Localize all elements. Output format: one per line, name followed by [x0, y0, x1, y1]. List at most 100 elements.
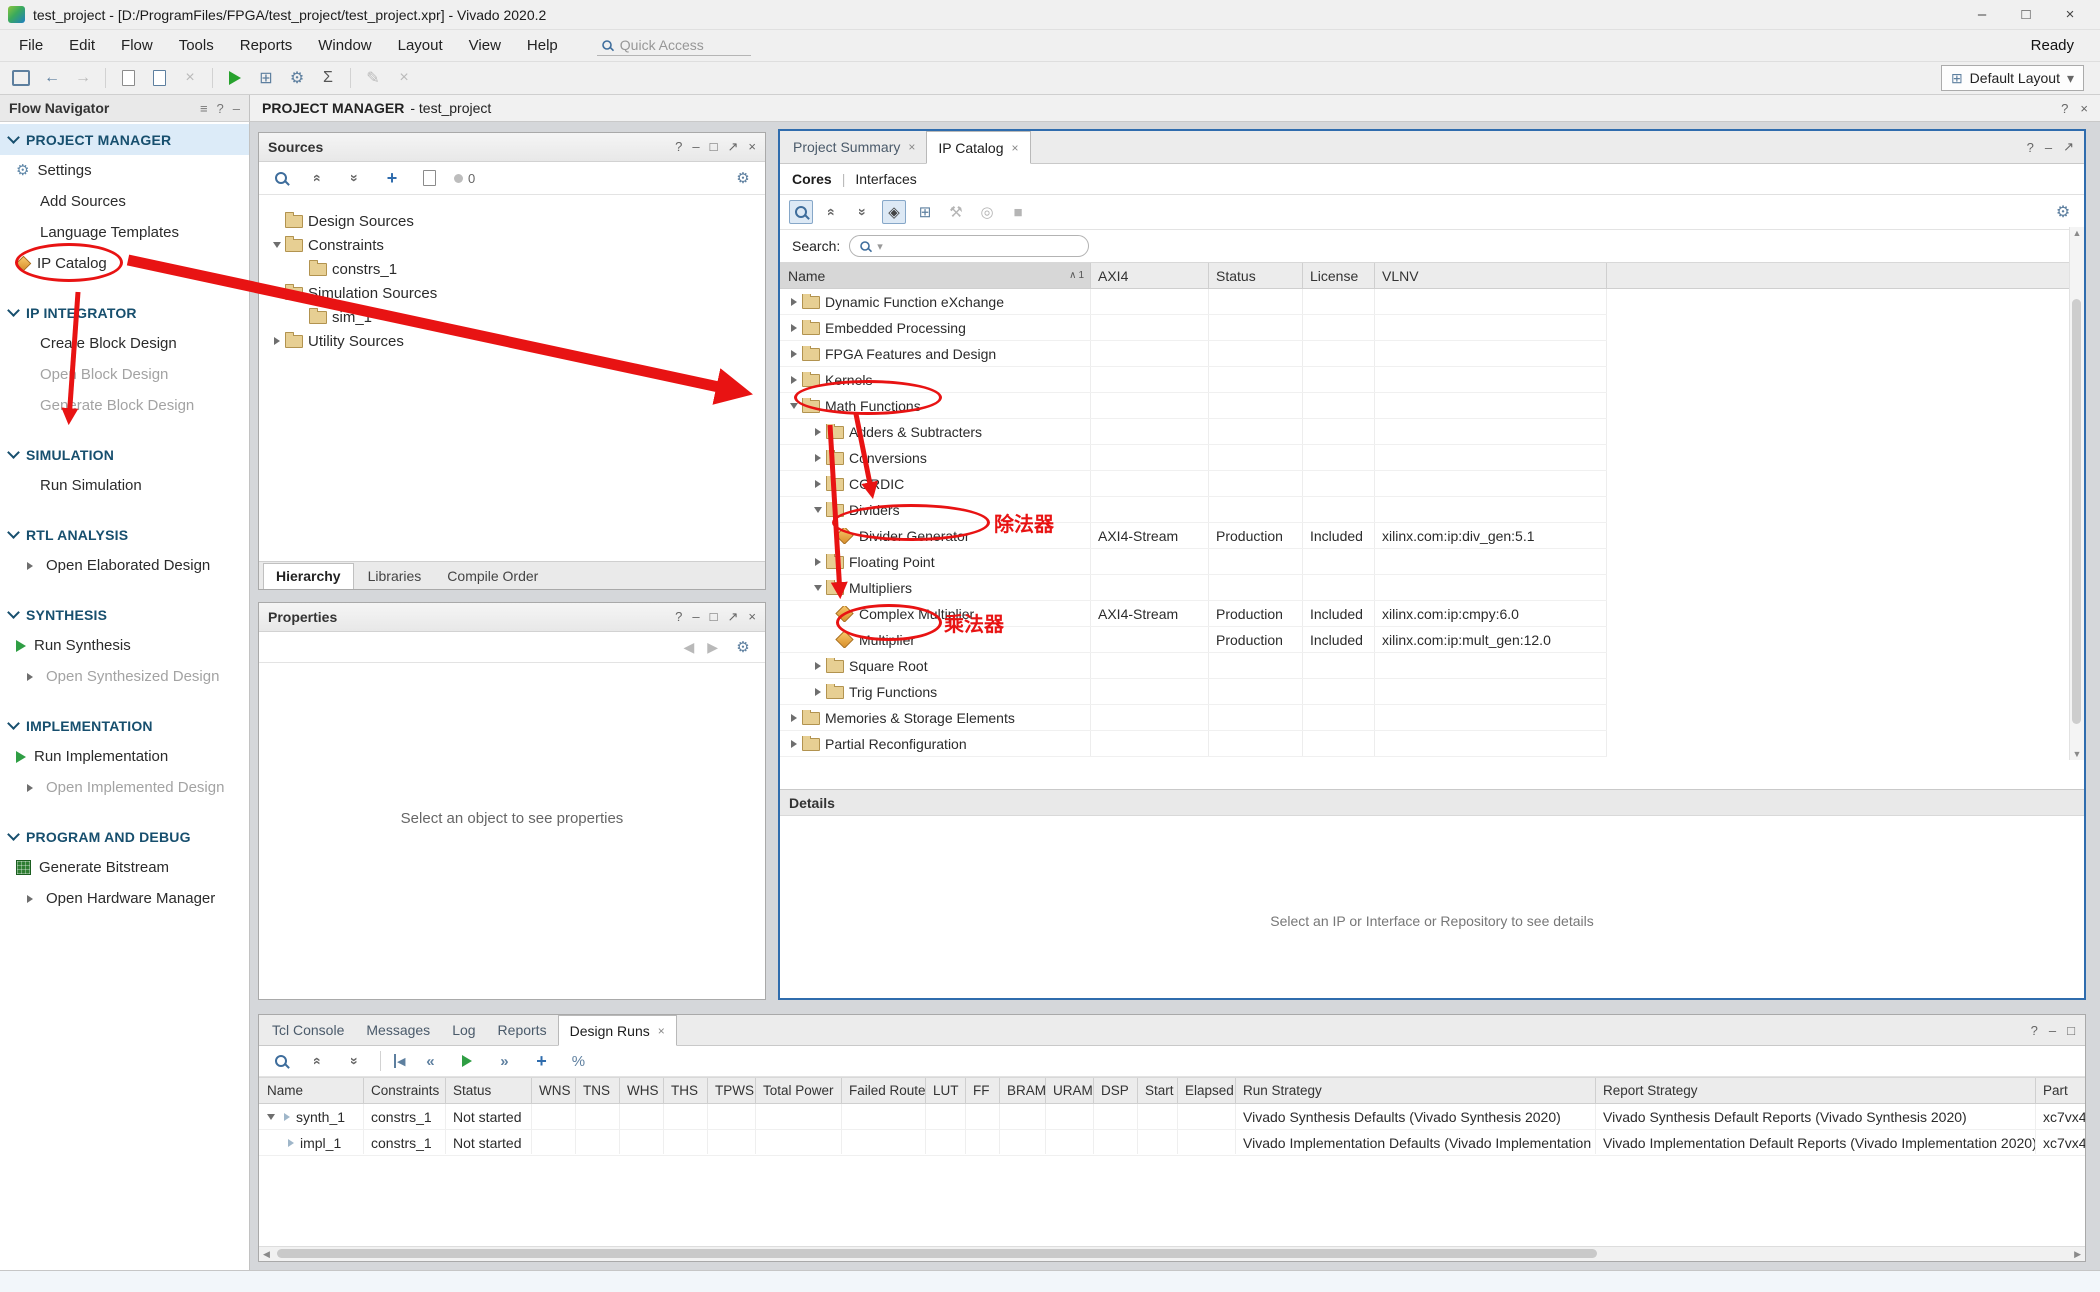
hierarchy-view-icon[interactable]: ⊞: [913, 200, 937, 224]
ip-row-floating-point[interactable]: Floating Point: [780, 549, 1607, 575]
minimize-icon[interactable]: –: [2049, 1023, 2056, 1038]
layout-selector[interactable]: ⊞ Default Layout ▾: [1941, 65, 2084, 91]
sidebar-item-generate-block-design[interactable]: Generate Block Design: [0, 390, 249, 421]
ip-row-complex-multiplier[interactable]: Complex Multiplier AXI4-Stream Productio…: [780, 601, 1607, 627]
chevron-right-icon[interactable]: [22, 562, 38, 570]
sidebar-section-ip-integrator[interactable]: IP INTEGRATOR: [0, 297, 249, 328]
float-icon[interactable]: ↗: [728, 609, 739, 625]
column-header[interactable]: WNS: [531, 1078, 575, 1103]
scroll-up-icon[interactable]: ▲: [2070, 228, 2084, 238]
ip-row-memories-storage[interactable]: Memories & Storage Elements: [780, 705, 1607, 731]
column-header-status[interactable]: Status: [1208, 263, 1302, 288]
ip-row-embedded-processing[interactable]: Embedded Processing: [780, 315, 1607, 341]
delete-button[interactable]: ×: [181, 69, 199, 87]
scrollbar-thumb[interactable]: [277, 1249, 1597, 1258]
sidebar-section-program-and-debug[interactable]: PROGRAM AND DEBUG: [0, 821, 249, 852]
chevron-right-icon[interactable]: [810, 454, 826, 462]
sidebar-item-open-hardware-manager[interactable]: Open Hardware Manager: [0, 883, 249, 914]
chevron-right-icon[interactable]: [22, 895, 38, 903]
sidebar-section-implementation[interactable]: IMPLEMENTATION: [0, 710, 249, 741]
float-icon[interactable]: ↗: [2063, 139, 2074, 155]
sidebar-item-add-sources[interactable]: Add Sources: [0, 186, 249, 217]
help-icon[interactable]: ?: [2027, 140, 2034, 155]
ip-row-math-functions[interactable]: Math Functions: [780, 393, 1607, 419]
settings-gear-icon[interactable]: ⚙: [731, 635, 755, 659]
forward-icon[interactable]: ▶: [707, 639, 718, 656]
wrench-icon[interactable]: ⚒: [944, 200, 968, 224]
column-header[interactable]: Total Power: [755, 1078, 841, 1103]
undo-button[interactable]: ←: [43, 69, 61, 87]
chevron-right-icon[interactable]: [810, 480, 826, 488]
help-icon[interactable]: ?: [2031, 1023, 2038, 1038]
cancel-icon[interactable]: ×: [395, 69, 413, 87]
chevron-down-icon[interactable]: [263, 1114, 279, 1120]
help-icon[interactable]: ?: [217, 101, 224, 116]
chevron-down-icon[interactable]: [810, 585, 826, 591]
sidebar-item-open-synthesized-design[interactable]: Open Synthesized Design: [0, 661, 249, 692]
ip-row-multipliers[interactable]: Multipliers: [780, 575, 1607, 601]
column-header[interactable]: LUT: [925, 1078, 965, 1103]
link-icon[interactable]: ◎: [975, 200, 999, 224]
maximize-window-icon[interactable]: □: [2004, 0, 2048, 30]
tab-hierarchy[interactable]: Hierarchy: [263, 563, 354, 589]
run-icon[interactable]: [455, 1049, 479, 1073]
chevron-right-icon[interactable]: [810, 428, 826, 436]
add-sources-button[interactable]: +: [380, 166, 404, 190]
collapse-all-icon[interactable]: «: [820, 200, 844, 224]
ip-row-kernels[interactable]: Kernels: [780, 367, 1607, 393]
column-header[interactable]: URAM: [1045, 1078, 1093, 1103]
redo-button[interactable]: →: [74, 69, 92, 87]
ip-row-trig-functions[interactable]: Trig Functions: [780, 679, 1607, 705]
chevron-right-icon[interactable]: [786, 714, 802, 722]
add-run-icon[interactable]: +: [529, 1049, 553, 1073]
run-row-synth-1[interactable]: synth_1 constrs_1 Not started Vivado Syn…: [259, 1104, 2085, 1130]
menu-reports[interactable]: Reports: [227, 30, 306, 61]
column-header[interactable]: TNS: [575, 1078, 619, 1103]
chevron-right-icon[interactable]: [22, 784, 38, 792]
collapse-all-icon[interactable]: «: [306, 1049, 330, 1073]
chevron-right-icon[interactable]: [786, 298, 802, 306]
ip-search-input[interactable]: ▾: [849, 235, 1089, 257]
scrollbar-thumb[interactable]: [2072, 299, 2081, 724]
settings-gear-icon[interactable]: ⚙: [2051, 200, 2075, 224]
subtab-interfaces[interactable]: Interfaces: [855, 171, 916, 187]
chevron-right-icon[interactable]: [269, 337, 285, 345]
minimize-icon[interactable]: –: [2045, 140, 2052, 155]
tab-log[interactable]: Log: [441, 1015, 486, 1045]
group-by-icon[interactable]: ◈: [882, 200, 906, 224]
sidebar-item-run-implementation[interactable]: Run Implementation: [0, 741, 249, 772]
tab-reports[interactable]: Reports: [487, 1015, 558, 1045]
column-header[interactable]: BRAM: [999, 1078, 1045, 1103]
tab-libraries[interactable]: Libraries: [356, 564, 434, 589]
menu-tools[interactable]: Tools: [166, 30, 227, 61]
column-header-vlnv[interactable]: VLNV: [1374, 263, 1606, 288]
tab-tcl-console[interactable]: Tcl Console: [261, 1015, 355, 1045]
ip-row-partial-reconfiguration[interactable]: Partial Reconfiguration: [780, 731, 1607, 757]
sum-button[interactable]: Σ: [319, 69, 337, 87]
ip-row-dynamic-function-exchange[interactable]: Dynamic Function eXchange: [780, 289, 1607, 315]
scroll-left-icon[interactable]: ◀: [263, 1247, 270, 1261]
chevron-right-icon[interactable]: [810, 558, 826, 566]
sidebar-section-rtl-analysis[interactable]: RTL ANALYSIS: [0, 519, 249, 550]
collapse-all-icon[interactable]: «: [306, 166, 330, 190]
column-header[interactable]: TPWS: [707, 1078, 755, 1103]
float-icon[interactable]: ↗: [728, 139, 739, 155]
close-icon[interactable]: ×: [1012, 141, 1019, 155]
search-icon[interactable]: [789, 200, 813, 224]
ip-row-cordic[interactable]: CORDIC: [780, 471, 1607, 497]
tab-project-summary[interactable]: Project Summary ×: [782, 131, 926, 163]
expand-all-icon[interactable]: »: [851, 200, 875, 224]
back-icon[interactable]: ◀: [683, 639, 694, 656]
column-header[interactable]: Start: [1137, 1078, 1177, 1103]
chevron-down-icon[interactable]: [810, 507, 826, 513]
column-header[interactable]: WHS: [619, 1078, 663, 1103]
ip-row-square-root[interactable]: Square Root: [780, 653, 1607, 679]
sidebar-item-settings[interactable]: ⚙ Settings: [0, 155, 249, 186]
tab-ip-catalog[interactable]: IP Catalog ×: [926, 131, 1030, 164]
scroll-down-icon[interactable]: ▼: [2070, 749, 2084, 759]
chevron-right-icon[interactable]: [810, 662, 826, 670]
properties-panel-header[interactable]: Properties ? – □ ↗ ×: [259, 603, 765, 632]
minimize-icon[interactable]: –: [233, 101, 240, 116]
menu-window[interactable]: Window: [305, 30, 384, 61]
column-header[interactable]: THS: [663, 1078, 707, 1103]
